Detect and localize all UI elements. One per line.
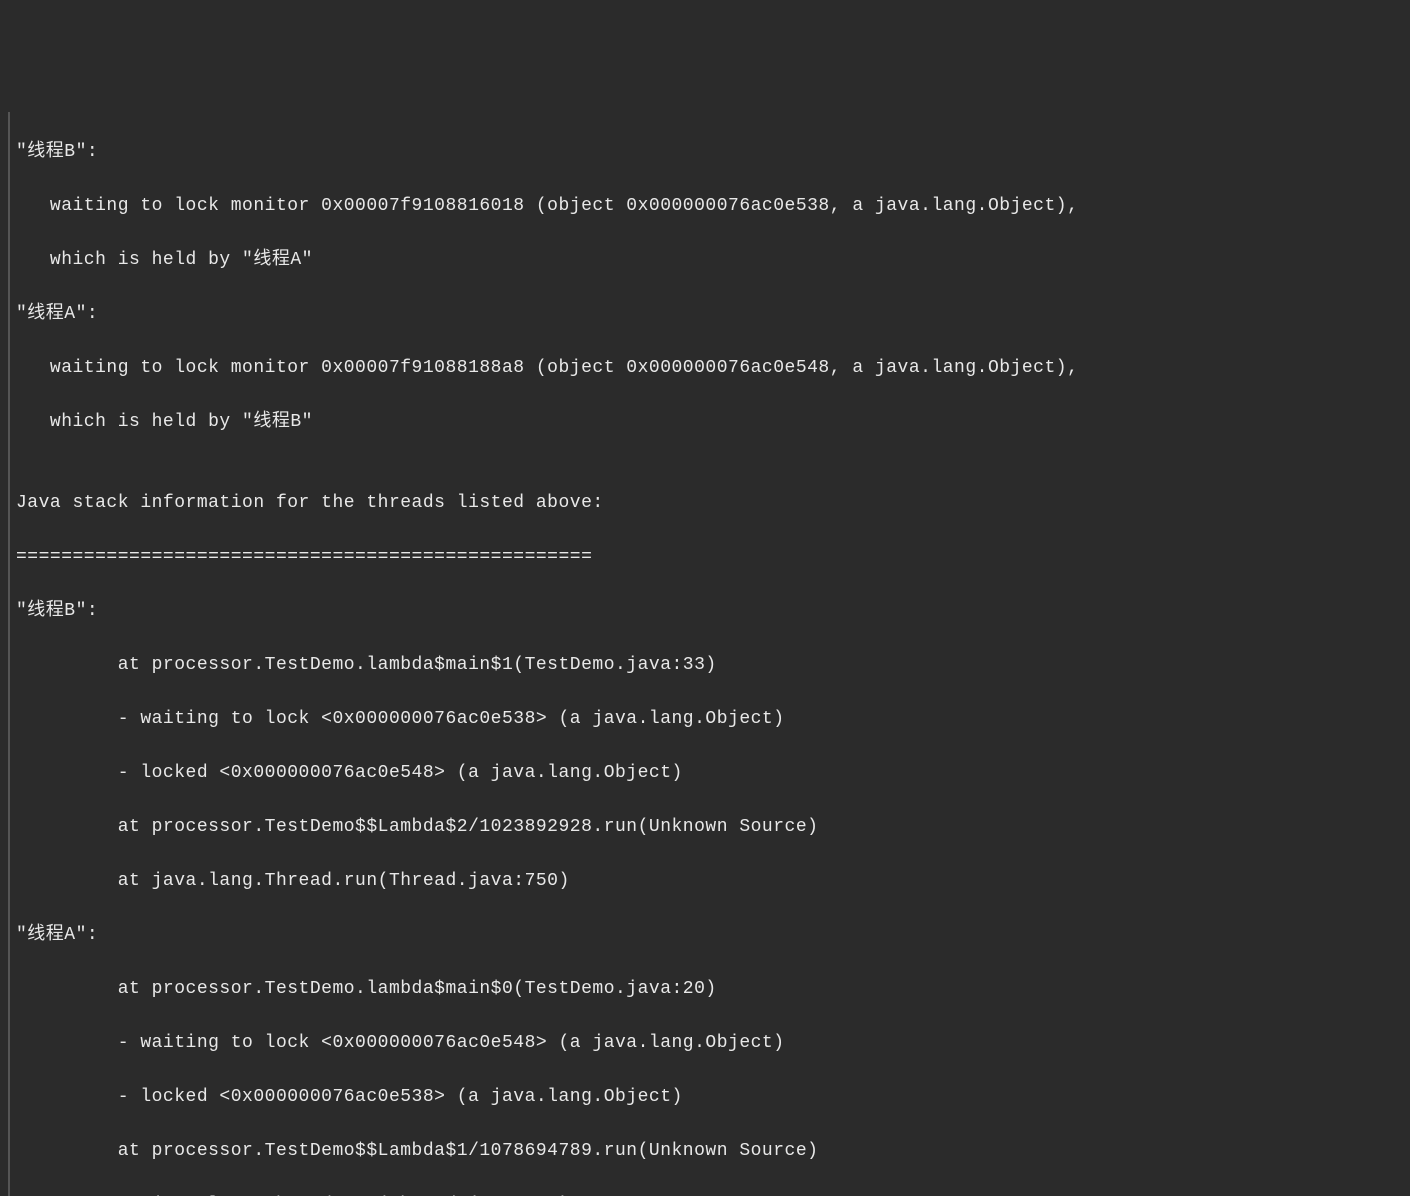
output-line: at processor.TestDemo.lambda$main$1(Test… xyxy=(16,652,1402,679)
output-line: ========================================… xyxy=(16,544,1402,571)
output-line: "线程A": xyxy=(16,301,1402,328)
output-line: - waiting to lock <0x000000076ac0e548> (… xyxy=(16,1030,1402,1057)
output-line: at processor.TestDemo$$Lambda$1/10786947… xyxy=(16,1138,1402,1165)
output-line: at java.lang.Thread.run(Thread.java:750) xyxy=(16,868,1402,895)
output-line: at processor.TestDemo.lambda$main$0(Test… xyxy=(16,976,1402,1003)
output-line: at processor.TestDemo$$Lambda$2/10238929… xyxy=(16,814,1402,841)
output-line: "线程B": xyxy=(16,598,1402,625)
output-line: waiting to lock monitor 0x00007f91088160… xyxy=(16,193,1402,220)
output-line: - waiting to lock <0x000000076ac0e538> (… xyxy=(16,706,1402,733)
output-line: Java stack information for the threads l… xyxy=(16,490,1402,517)
output-line: - locked <0x000000076ac0e538> (a java.la… xyxy=(16,1084,1402,1111)
output-line: "线程B": xyxy=(16,139,1402,166)
output-line: waiting to lock monitor 0x00007f91088188… xyxy=(16,355,1402,382)
output-line: at java.lang.Thread.run(Thread.java:750) xyxy=(16,1192,1402,1196)
output-line: "线程A": xyxy=(16,922,1402,949)
output-line: - locked <0x000000076ac0e548> (a java.la… xyxy=(16,760,1402,787)
terminal-output[interactable]: "线程B": waiting to lock monitor 0x00007f9… xyxy=(8,112,1402,1196)
output-line: which is held by "线程B" xyxy=(16,409,1402,436)
output-line: which is held by "线程A" xyxy=(16,247,1402,274)
